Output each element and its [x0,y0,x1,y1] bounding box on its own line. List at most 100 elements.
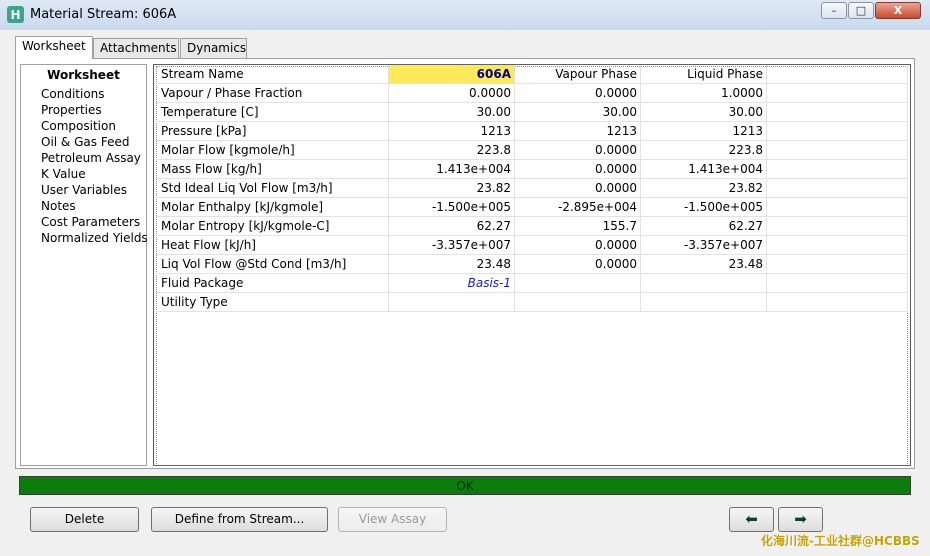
grid-filler-cell [767,255,908,274]
table-row: Pressure [kPa] 1213 1213 1213 [156,122,908,141]
liquid-value-cell: 62.27 [641,217,767,236]
overall-value-cell[interactable]: 1.413e+004 [389,160,515,179]
nav-item-composition[interactable]: Composition [41,119,116,133]
grid-filler-cell [767,198,908,217]
nav-item-user-variables[interactable]: User Variables [41,183,127,197]
overall-value-cell[interactable]: 0.0000 [389,84,515,103]
table-row: Std Ideal Liq Vol Flow [m3/h] 23.82 0.00… [156,179,908,198]
previous-stream-button[interactable]: ⬅ [729,507,774,532]
nav-item-petroleum-assay[interactable]: Petroleum Assay [41,151,141,165]
arrow-right-icon: ➡ [794,510,807,528]
nav-item-notes[interactable]: Notes [41,199,76,213]
row-label: Molar Enthalpy [kJ/kgmole] [156,198,389,217]
stream-name-input[interactable]: 606A [389,65,515,84]
liquid-value-cell: 30.00 [641,103,767,122]
nav-item-properties[interactable]: Properties [41,103,102,117]
table-row: Vapour / Phase Fraction 0.0000 0.0000 1.… [156,84,908,103]
utility-type-cell[interactable] [389,293,515,312]
table-row: Utility Type [156,293,908,312]
liquid-value-cell: 223.8 [641,141,767,160]
row-label: Utility Type [156,293,389,312]
define-from-stream-button[interactable]: Define from Stream... [151,507,328,532]
overall-value-cell[interactable]: 23.82 [389,179,515,198]
close-button[interactable]: X [875,2,921,19]
row-label: Fluid Package [156,274,389,293]
table-row: Molar Entropy [kJ/kgmole-C] 62.27 155.7 … [156,217,908,236]
liquid-value-cell: -3.357e+007 [641,236,767,255]
grid-filler-cell [767,103,908,122]
liquid-value-cell: 1213 [641,122,767,141]
liquid-value-cell [641,293,767,312]
row-label: Vapour / Phase Fraction [156,84,389,103]
row-label: Mass Flow [kg/h] [156,160,389,179]
vapour-value-cell: 0.0000 [515,236,641,255]
next-stream-button[interactable]: ➡ [778,507,823,532]
row-label: Std Ideal Liq Vol Flow [m3/h] [156,179,389,198]
overall-value-cell[interactable]: 62.27 [389,217,515,236]
delete-button[interactable]: Delete [30,507,139,532]
overall-value-cell[interactable]: -1.500e+005 [389,198,515,217]
fluid-package-link[interactable]: Basis-1 [389,274,515,293]
vapour-value-cell: 0.0000 [515,255,641,274]
vapour-value-cell: 155.7 [515,217,641,236]
table-row: Liq Vol Flow @Std Cond [m3/h] 23.48 0.00… [156,255,908,274]
grid-filler-cell [767,293,908,312]
maximize-button[interactable]: □ [848,2,874,19]
nav-item-conditions[interactable]: Conditions [41,87,105,101]
vapour-value-cell: -2.895e+004 [515,198,641,217]
nav-header: Worksheet [47,68,120,82]
liquid-value-cell: 23.48 [641,255,767,274]
overall-value-cell[interactable]: 223.8 [389,141,515,160]
nav-item-cost-parameters[interactable]: Cost Parameters [41,215,140,229]
overall-value-cell[interactable]: 23.48 [389,255,515,274]
tab-attachments[interactable]: Attachments [93,38,179,58]
liquid-value-cell: 23.82 [641,179,767,198]
tab-dynamics[interactable]: Dynamics [180,38,247,58]
arrow-left-icon: ⬅ [745,510,758,528]
vapour-value-cell: 0.0000 [515,179,641,198]
nav-item-oil-gas-feed[interactable]: Oil & Gas Feed [41,135,129,149]
vapour-phase-header: Vapour Phase [515,65,641,84]
table-row: Molar Enthalpy [kJ/kgmole] -1.500e+005 -… [156,198,908,217]
row-label: Heat Flow [kJ/h] [156,236,389,255]
overall-value-cell[interactable]: 1213 [389,122,515,141]
grid-filler-cell [767,84,908,103]
window-title: Material Stream: 606A [30,7,177,22]
row-label: Temperature [C] [156,103,389,122]
status-bar: OK [19,476,911,495]
grid-filler-cell [767,179,908,198]
liquid-value-cell: 1.413e+004 [641,160,767,179]
grid-header-row: Stream Name 606A Vapour Phase Liquid Pha… [156,65,908,84]
row-label: Molar Entropy [kJ/kgmole-C] [156,217,389,236]
overall-value-cell[interactable]: -3.357e+007 [389,236,515,255]
table-row: Mass Flow [kg/h] 1.413e+004 0.0000 1.413… [156,160,908,179]
vapour-value-cell: 0.0000 [515,160,641,179]
grid-filler-cell [767,122,908,141]
table-row: Temperature [C] 30.00 30.00 30.00 [156,103,908,122]
tab-worksheet[interactable]: Worksheet [15,36,93,59]
grid-filler-cell [767,217,908,236]
liquid-value-cell [641,274,767,293]
title-bar: H Material Stream: 606A – □ X [0,0,930,31]
nav-item-k-value[interactable]: K Value [41,167,86,181]
vapour-value-cell: 0.0000 [515,141,641,160]
grid-filler-cell [767,236,908,255]
stream-name-label: Stream Name [156,65,389,84]
row-label: Liq Vol Flow @Std Cond [m3/h] [156,255,389,274]
minimize-button[interactable]: – [821,2,847,19]
overall-value-cell[interactable]: 30.00 [389,103,515,122]
grid-filler-cell [767,274,908,293]
liquid-value-cell: 1.0000 [641,84,767,103]
vapour-value-cell [515,274,641,293]
liquid-phase-header: Liquid Phase [641,65,767,84]
view-assay-button[interactable]: View Assay [338,507,447,532]
worksheet-nav: Worksheet Conditions Properties Composit… [20,64,148,466]
watermark-text: 化海川流-工业社群@HCBBS [761,534,920,548]
liquid-value-cell: -1.500e+005 [641,198,767,217]
grid-filler-cell [767,160,908,179]
hysys-app-icon: H [7,6,24,23]
worksheet-grid: Stream Name 606A Vapour Phase Liquid Pha… [153,64,911,466]
nav-item-normalized-yields[interactable]: Normalized Yields [41,231,148,245]
vapour-value-cell: 1213 [515,122,641,141]
row-label: Molar Flow [kgmole/h] [156,141,389,160]
